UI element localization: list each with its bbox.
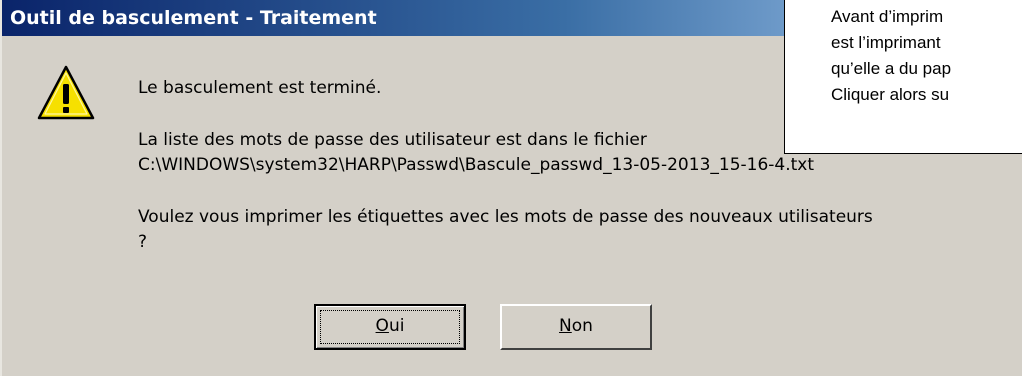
print-question: Voulez vous imprimer les étiquettes avec… bbox=[138, 207, 873, 227]
password-file-message: La liste des mots de passe des utilisate… bbox=[138, 130, 647, 150]
note-line-2: est l’imprimant bbox=[831, 33, 941, 52]
yes-button[interactable]: Oui bbox=[314, 304, 466, 350]
status-message: Le basculement est terminé. bbox=[138, 78, 382, 98]
note-line-4: Cliquer alors su bbox=[831, 85, 950, 104]
no-button-label: Non bbox=[559, 316, 593, 336]
instruction-note: Avant d’imprim est l’imprimant qu’elle a… bbox=[784, 0, 1022, 154]
yes-mnemonic: O bbox=[375, 316, 389, 336]
note-line-3: qu’elle a du pap bbox=[831, 59, 952, 78]
print-question-mark: ? bbox=[138, 232, 148, 252]
yes-label-rest: ui bbox=[388, 316, 405, 336]
no-button[interactable]: Non bbox=[500, 304, 652, 350]
no-label-rest: on bbox=[571, 316, 593, 336]
no-mnemonic: N bbox=[559, 316, 572, 336]
warning-icon bbox=[37, 65, 95, 120]
yes-button-label: Oui bbox=[376, 316, 405, 336]
note-line-1: Avant d’imprim bbox=[831, 7, 944, 26]
password-file-path: C:\WINDOWS\system32\HARP\Passwd\Bascule_… bbox=[138, 155, 815, 175]
window-title: Outil de basculement - Traitement bbox=[10, 7, 377, 29]
